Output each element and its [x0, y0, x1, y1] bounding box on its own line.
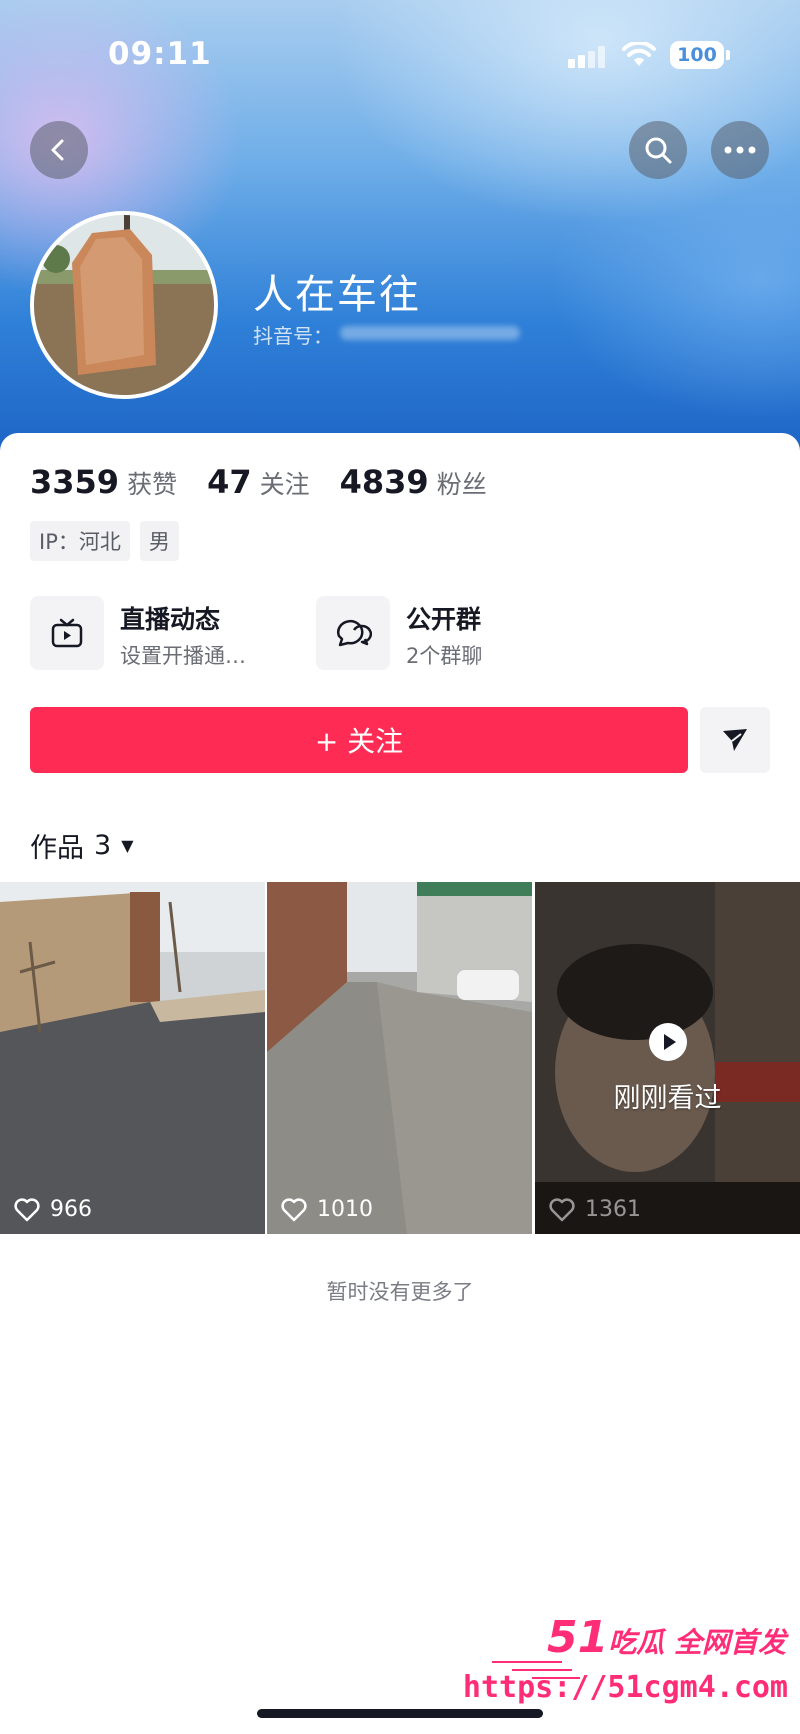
watermark-title-text: 吃瓜 全网首发 [608, 1626, 786, 1659]
recently-watched-label: 刚刚看过 [613, 1083, 722, 1114]
watermark-title: 51吃瓜 全网首发 [547, 1612, 786, 1663]
more-icon [724, 146, 756, 154]
video-thumbnail-image [0, 882, 265, 1234]
douyin-id-label: 抖音号： [253, 324, 333, 348]
cellular-signal-icon [568, 46, 608, 68]
watermark-url: https://51cgm4.com [462, 1670, 788, 1705]
video-thumbnail-image [267, 882, 532, 1234]
followers-count[interactable]: 4839 [340, 463, 429, 501]
tab-works[interactable]: 作品 3 ▼ [30, 826, 134, 865]
battery-icon: 100 [670, 41, 730, 69]
video-thumbnail[interactable]: 刚刚看过 1361 [535, 882, 800, 1234]
search-icon [645, 137, 672, 164]
works-count: 3 [94, 830, 112, 861]
stats-row: 3359 获赞 47 关注 4839 粉丝 [30, 463, 517, 501]
profile-tags: IP：河北 男 [30, 521, 179, 561]
likes-count[interactable]: 3359 [30, 463, 119, 501]
like-count: 966 [14, 1197, 92, 1222]
like-count: 1010 [281, 1197, 373, 1222]
no-more-text: 暂时没有更多了 [326, 1280, 474, 1304]
live-updates-entry[interactable]: 直播动态 设置开播通… [30, 596, 290, 672]
watermark-title-big: 51 [547, 1612, 609, 1663]
search-button[interactable] [629, 121, 687, 179]
watermark: 51吃瓜 全网首发 https://51cgm4.com [463, 1612, 792, 1722]
public-group-title: 公开群 [406, 605, 482, 634]
likes-label: 获赞 [127, 470, 178, 499]
tv-icon [30, 596, 104, 670]
status-time: 09:11 [108, 36, 212, 72]
share-button[interactable] [700, 707, 770, 773]
douyin-id-redacted [340, 326, 520, 340]
followers-label: 粉丝 [436, 470, 487, 499]
heart-icon [549, 1197, 575, 1221]
chevron-left-icon [51, 139, 64, 161]
wifi-icon [622, 42, 656, 66]
send-icon [723, 729, 747, 751]
following-count[interactable]: 47 [207, 463, 252, 501]
like-count: 1361 [549, 1197, 641, 1222]
profile-header: 09:11 100 人在车往 抖音号： [0, 0, 800, 460]
following-label: 关注 [259, 470, 310, 499]
video-thumbnail[interactable]: 966 [0, 882, 265, 1234]
video-grid: 966 1010 刚刚看过 1361 [0, 882, 800, 1234]
group-chat-icon [316, 596, 390, 670]
play-icon [648, 1023, 687, 1061]
status-bar: 09:11 100 [0, 36, 800, 76]
like-count-value: 1361 [585, 1197, 641, 1222]
avatar[interactable] [30, 211, 218, 399]
live-updates-subtitle: 设置开播通… [120, 644, 246, 668]
recently-watched-badge: 刚刚看过 [535, 1022, 800, 1115]
gender-tag: 男 [139, 521, 179, 561]
heart-icon [14, 1197, 40, 1221]
more-button[interactable] [711, 121, 769, 179]
like-count-value: 966 [50, 1197, 92, 1222]
ip-location-tag: IP：河北 [30, 521, 130, 561]
back-button[interactable] [30, 121, 88, 179]
nickname: 人在车往 [253, 272, 421, 318]
profile-card: 3359 获赞 47 关注 4839 粉丝 IP：河北 男 直播动态 设置开播通… [0, 433, 800, 1734]
works-tab-label: 作品 [30, 833, 84, 864]
live-updates-title: 直播动态 [120, 605, 221, 634]
public-group-entry[interactable]: 公开群 2个群聊 [316, 596, 576, 672]
caret-down-icon: ▼ [121, 836, 134, 855]
avatar-stone-image [34, 215, 214, 395]
like-count-value: 1010 [317, 1197, 373, 1222]
follow-button[interactable]: + 关注 [30, 707, 688, 773]
heart-icon [281, 1197, 307, 1221]
public-group-subtitle: 2个群聊 [406, 644, 483, 668]
video-thumbnail[interactable]: 1010 [267, 882, 532, 1234]
